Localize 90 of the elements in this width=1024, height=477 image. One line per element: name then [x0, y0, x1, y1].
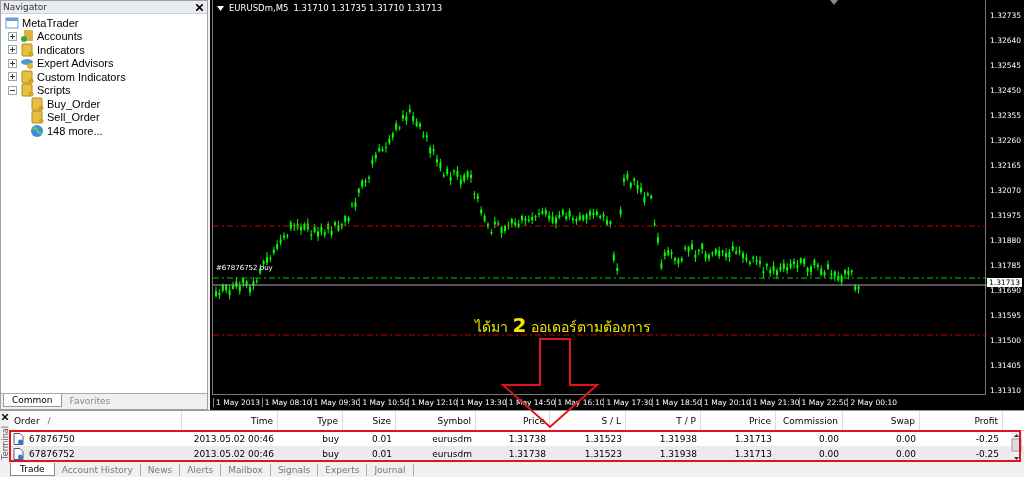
- column-header[interactable]: Type: [278, 411, 343, 430]
- table-cell-text: 1.31713: [733, 448, 773, 459]
- document-icon: [13, 447, 24, 460]
- globe-icon: [30, 123, 44, 138]
- dropdown-icon[interactable]: [217, 5, 224, 11]
- table-cell-text: 0.01: [370, 433, 393, 444]
- table-cell-text: buy: [321, 433, 340, 444]
- scroll-icon: [30, 110, 44, 125]
- table-cell-text: 0.00: [817, 433, 840, 444]
- expander-icon[interactable]: [8, 85, 17, 95]
- column-header[interactable]: Profit: [920, 411, 1003, 430]
- table-cell-text: 0.00: [894, 433, 917, 444]
- document-icon: [13, 432, 24, 445]
- column-header[interactable]: Order: [14, 415, 40, 426]
- table-cell-text: -0.25: [974, 433, 1000, 444]
- tree-item[interactable]: Indicators: [1, 43, 207, 57]
- column-header[interactable]: S / L: [550, 411, 626, 430]
- table-cell-text: 1.31738: [507, 448, 547, 459]
- table-cell-text: 1.31713: [733, 433, 773, 444]
- terminal-tab[interactable]: Account History: [54, 464, 141, 476]
- terminal-tab[interactable]: Mailbox: [221, 464, 271, 476]
- table-cell-text: -0.25: [974, 448, 1000, 459]
- accounts-icon: [20, 29, 34, 44]
- table-cell-text: 1.31523: [583, 448, 623, 459]
- table-cell-text: 0.00: [894, 448, 917, 459]
- terminal-tab[interactable]: News: [140, 464, 181, 476]
- expander-icon[interactable]: [8, 31, 17, 41]
- table-cell-text: 0.01: [370, 448, 393, 459]
- table-cell-text: eurusdm: [431, 433, 473, 444]
- tree-item[interactable]: Custom Indicators: [1, 70, 207, 84]
- tree-label: Buy_Order: [47, 97, 101, 110]
- terminal-icon: [5, 15, 19, 30]
- expander-icon[interactable]: [8, 45, 17, 55]
- tree-label: Scripts: [37, 84, 71, 97]
- tree-label: Indicators: [37, 43, 85, 56]
- column-header[interactable]: Size: [343, 411, 396, 430]
- tree-item[interactable]: Sell_Order: [1, 110, 207, 124]
- table-cell: 67876752: [29, 448, 75, 459]
- table-cell-text: 1.31938: [658, 433, 698, 444]
- table-cell-text: 0.00: [817, 448, 840, 459]
- table-cell-text: 2013.05.02 00:46: [192, 448, 275, 459]
- tree-item[interactable]: Scripts: [1, 83, 207, 97]
- table-cell-text: 1.31938: [658, 448, 698, 459]
- tree-item[interactable]: 148 more...: [1, 124, 207, 138]
- expander-icon[interactable]: [8, 72, 17, 82]
- tree-item[interactable]: Expert Advisors: [1, 56, 207, 70]
- tree-item[interactable]: MetaTrader: [1, 16, 207, 30]
- column-header[interactable]: Commission: [776, 411, 843, 430]
- sort-indicator: /: [47, 415, 51, 426]
- panel-title: Terminal: [0, 426, 10, 460]
- column-header[interactable]: Swap: [843, 411, 920, 430]
- quote-values: 1.31710 1.31735 1.31710 1.31713: [293, 3, 443, 13]
- scroll-icon: [20, 69, 34, 84]
- terminal-tab[interactable]: Experts: [318, 464, 368, 476]
- close-icon[interactable]: [196, 3, 203, 11]
- column-header[interactable]: Symbol: [396, 411, 476, 430]
- column-header[interactable]: Price: [701, 411, 776, 430]
- terminal-tab[interactable]: Trade: [10, 463, 55, 476]
- terminal-tab[interactable]: Alerts: [180, 464, 222, 476]
- table-cell-text: eurusdm: [431, 448, 473, 459]
- tree-label: Accounts: [37, 30, 83, 43]
- tree-item[interactable]: Buy_Order: [1, 97, 207, 111]
- tree-label: Sell_Order: [47, 111, 100, 124]
- tree-label: Custom Indicators: [37, 70, 126, 83]
- scroll-icon: [30, 96, 44, 111]
- close-icon[interactable]: [2, 414, 8, 420]
- panel-tab[interactable]: Common: [3, 394, 62, 407]
- table-cell: 67876750: [29, 433, 75, 444]
- column-header[interactable]: T / P: [626, 411, 701, 430]
- tree-label: Expert Advisors: [37, 57, 114, 70]
- annotation-text: ได้มา 2 ออเดอร์ตามต้องการ: [475, 313, 651, 338]
- tree-label: MetaTrader: [22, 16, 79, 29]
- chart-shift-icon[interactable]: [830, 0, 838, 5]
- table-cell-text: 2013.05.02 00:46: [192, 433, 275, 444]
- tree-item[interactable]: Accounts: [1, 29, 207, 43]
- tree-label: 148 more...: [47, 124, 103, 137]
- terminal-tab[interactable]: Signals: [270, 464, 319, 476]
- expander-icon[interactable]: [8, 58, 17, 68]
- order-row[interactable]: 67876750 2013.05.02 00:46 buy 0.01 eurusdm 1.31738 1.31523 1.31938 1.31713 0.00 0.00 -0.25: [10, 431, 1024, 446]
- terminal-tab[interactable]: Journal: [367, 464, 414, 476]
- hat-icon: [20, 56, 34, 71]
- table-cell-text: 1.31738: [507, 433, 547, 444]
- symbol-label: EURUSDm,M5: [229, 3, 289, 13]
- table-cell-text: 1.31523: [583, 433, 623, 444]
- panel-title: Navigator: [3, 2, 48, 12]
- table-cell-text: buy: [321, 448, 340, 459]
- scroll-icon: [20, 42, 34, 57]
- scrollbar[interactable]: [1011, 432, 1022, 462]
- scroll-icon: [20, 83, 34, 98]
- column-header[interactable]: Time: [182, 411, 278, 430]
